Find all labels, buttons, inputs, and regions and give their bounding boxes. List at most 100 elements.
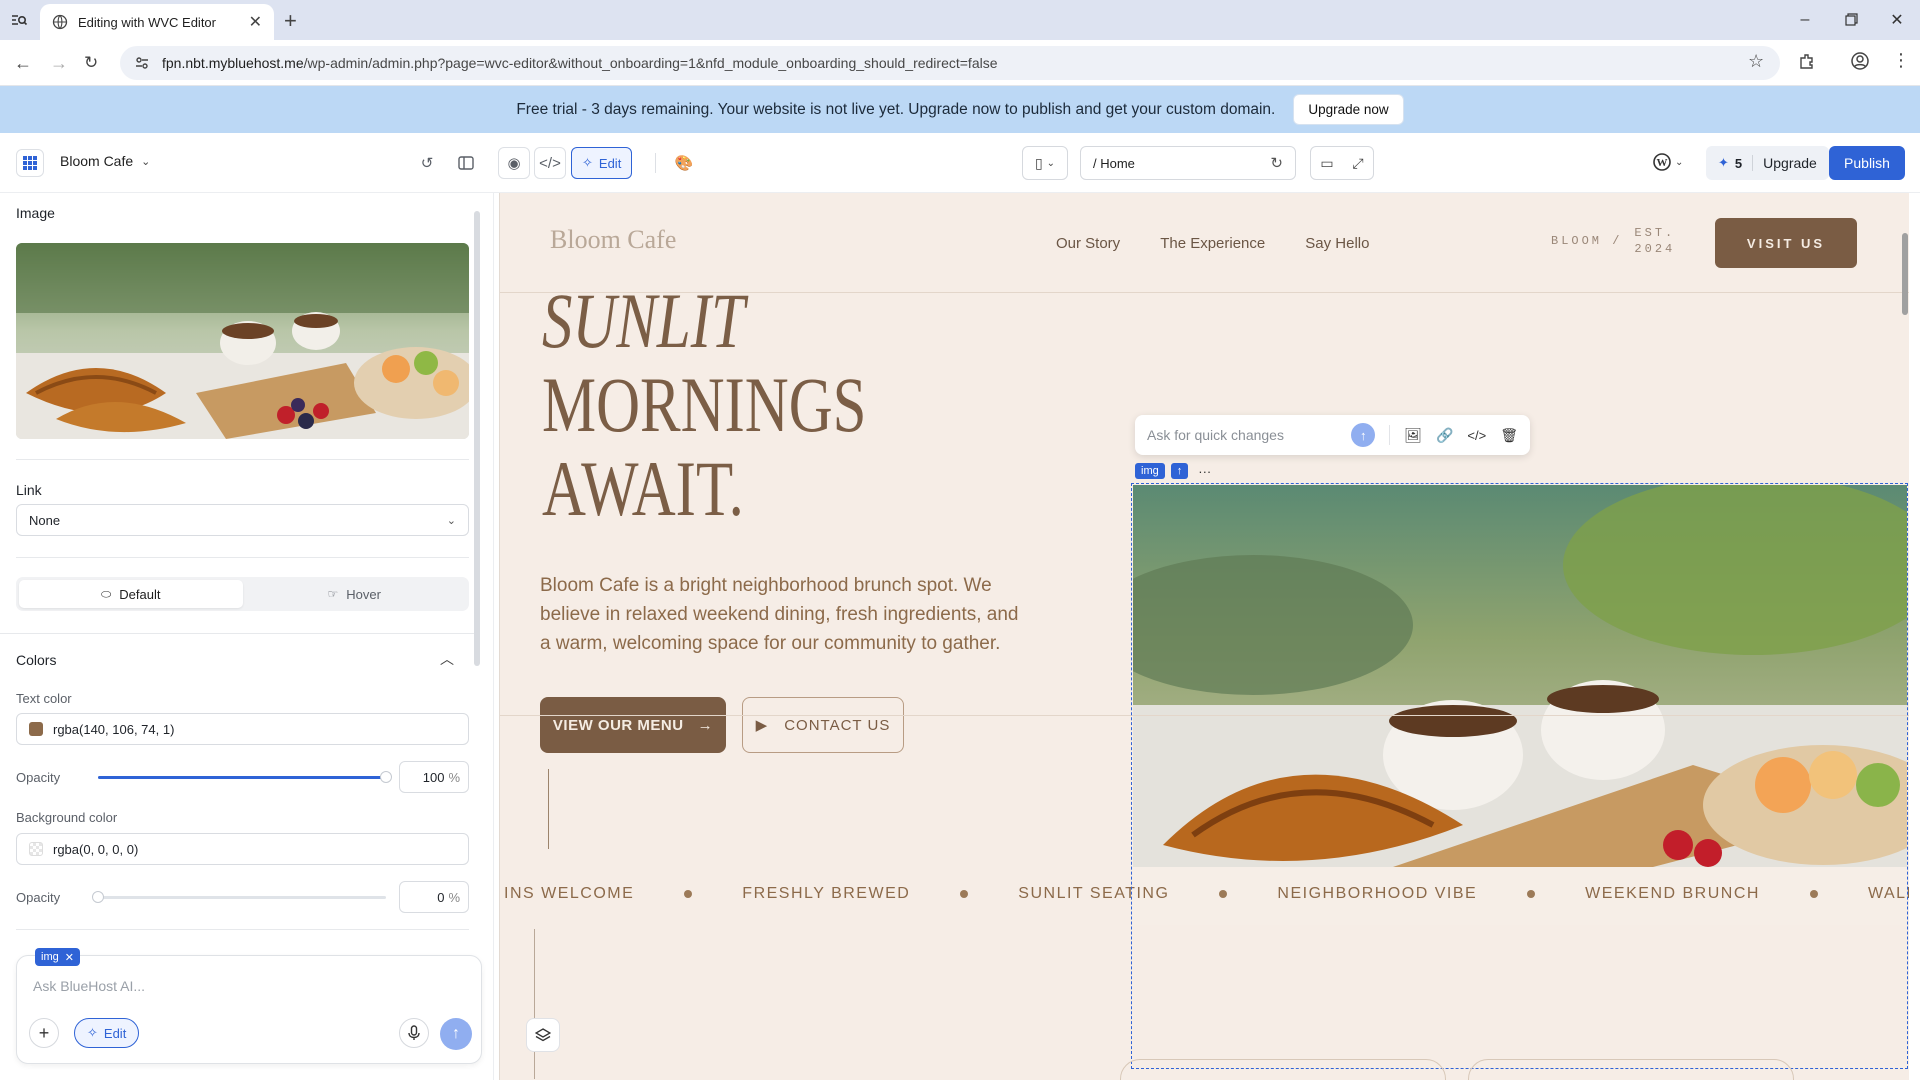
- add-attachment-icon[interactable]: +: [29, 1018, 59, 1048]
- nav-link-experience[interactable]: The Experience: [1160, 235, 1265, 252]
- ai-prompt-input[interactable]: Ask BlueHost AI...: [33, 978, 145, 994]
- trash-icon[interactable]: 🗑: [1500, 427, 1518, 444]
- select-parent-icon[interactable]: ↑: [1170, 463, 1189, 479]
- document-icon: ▯: [1034, 154, 1043, 171]
- play-icon: ▶: [755, 717, 769, 734]
- ai-edit-label: Edit: [103, 1025, 127, 1041]
- back-icon[interactable]: ←: [14, 53, 32, 74]
- upgrade-now-button[interactable]: Upgrade now: [1293, 94, 1404, 125]
- hero-description: Bloom Cafe is a bright neighborhood brun…: [540, 575, 1019, 654]
- selection-tag[interactable]: img: [1135, 463, 1165, 479]
- divider: [1752, 155, 1754, 171]
- site-switcher[interactable]: Bloom Cafe ⌄: [60, 153, 150, 169]
- context-chip[interactable]: img ✕: [35, 948, 80, 966]
- quick-change-input[interactable]: Ask for quick changes: [1147, 427, 1337, 443]
- nav-link-our-story[interactable]: Our Story: [1056, 235, 1120, 252]
- history-icon[interactable]: ↺: [411, 147, 443, 179]
- page-path-field[interactable]: / Home ↻: [1080, 146, 1296, 180]
- credits-upgrade[interactable]: ✦ 5 Upgrade: [1706, 146, 1829, 180]
- slider-handle[interactable]: [92, 891, 104, 903]
- layers-icon[interactable]: [526, 1018, 560, 1052]
- desktop-icon[interactable]: ▭: [1320, 155, 1333, 172]
- ticker-row: INS WELCOME FRESHLY BREWED SUNLIT SEATIN…: [504, 885, 1909, 903]
- apps-grid-icon[interactable]: [16, 149, 44, 177]
- extensions-icon[interactable]: [1798, 52, 1816, 70]
- bg-opacity-input[interactable]: 0 %: [399, 881, 469, 913]
- state-default-tab[interactable]: ⬭ Default: [19, 580, 243, 608]
- bg-opacity-slider[interactable]: [92, 891, 386, 903]
- page-type-dropdown[interactable]: ▯ ⌄: [1022, 146, 1068, 180]
- replace-image-icon[interactable]: 🖼: [1404, 427, 1422, 444]
- image-section-label: Image: [16, 205, 55, 221]
- hero-headline-line-3: AWAIT.: [542, 445, 744, 532]
- new-tab-icon[interactable]: +: [284, 8, 297, 34]
- canvas-scrollbar[interactable]: [1900, 193, 1909, 1080]
- browser-menu-icon[interactable]: ⋮: [1892, 50, 1910, 71]
- chevron-down-icon: ⌄: [1675, 156, 1684, 168]
- divider: [1389, 425, 1391, 445]
- inspector-sidebar: Image Link None ⌄ ⬭ Default ☞ Hover Colo…: [0, 193, 494, 1080]
- edit-mode-button[interactable]: ✧ Edit: [571, 147, 633, 179]
- percent-unit: %: [448, 769, 460, 785]
- panel-toggle-icon[interactable]: [450, 147, 482, 179]
- globe-icon: [52, 14, 68, 30]
- code-icon[interactable]: </>: [1467, 428, 1486, 443]
- ticker-top-border: [500, 715, 1909, 716]
- sidebar-scrollbar[interactable]: [474, 211, 480, 666]
- badge-right: EST. 2024: [1634, 225, 1675, 257]
- refresh-icon[interactable]: ↻: [1270, 154, 1283, 172]
- url-field[interactable]: fpn.nbt.mybluehost.me/wp-admin/admin.php…: [120, 46, 1780, 80]
- tab-title: Editing with WVC Editor: [78, 14, 216, 30]
- site-info-icon[interactable]: [134, 55, 150, 71]
- microphone-icon[interactable]: [399, 1018, 429, 1048]
- image-preview[interactable]: [16, 243, 469, 439]
- hero-image[interactable]: [1133, 485, 1907, 867]
- hero-headline-line-2: MORNINGS: [542, 361, 867, 448]
- text-color-field[interactable]: rgba(140, 106, 74, 1): [16, 713, 469, 745]
- quick-send-icon[interactable]: ↑: [1351, 423, 1376, 447]
- tab-search-icon[interactable]: [10, 11, 28, 29]
- edit-mode-label: Edit: [598, 155, 622, 171]
- preview-eye-icon[interactable]: ◉: [498, 147, 530, 179]
- ai-prompt-box: img ✕ Ask BlueHost AI... + ✧ Edit ↑: [16, 948, 482, 1064]
- state-hover-tab[interactable]: ☞ Hover: [243, 580, 467, 608]
- slider-fill: [98, 776, 386, 779]
- link-select[interactable]: None ⌄: [16, 504, 469, 536]
- more-options-icon[interactable]: ···: [1194, 464, 1215, 479]
- browser-tab[interactable]: Editing with WVC Editor ✕: [40, 4, 274, 40]
- cursor-sparkle-icon: ✧: [582, 155, 593, 170]
- nav-link-say-hello[interactable]: Say Hello: [1305, 235, 1369, 252]
- palette-icon[interactable]: 🎨: [668, 147, 700, 179]
- view-menu-button[interactable]: VIEW OUR MENU →: [540, 697, 726, 753]
- contact-us-button[interactable]: ▶ CONTACT US: [742, 697, 904, 753]
- restore-icon[interactable]: [1828, 13, 1874, 27]
- forward-icon[interactable]: →: [50, 53, 68, 74]
- text-opacity-slider[interactable]: [98, 771, 392, 783]
- ai-edit-mode-button[interactable]: ✧ Edit: [74, 1018, 140, 1048]
- upgrade-button[interactable]: Upgrade: [1763, 155, 1817, 171]
- text-opacity-value: 100: [422, 769, 445, 785]
- close-window-icon[interactable]: ✕: [1874, 10, 1920, 30]
- profile-icon[interactable]: [1850, 51, 1870, 71]
- link-icon[interactable]: 🔗: [1436, 427, 1453, 444]
- visit-us-button[interactable]: VISIT US: [1715, 218, 1857, 268]
- bg-color-field[interactable]: rgba(0, 0, 0, 0): [16, 833, 469, 865]
- bookmark-star-icon[interactable]: ☆: [1748, 51, 1764, 72]
- wordpress-menu[interactable]: W ⌄: [1653, 153, 1683, 171]
- minimize-icon[interactable]: –: [1782, 11, 1828, 29]
- ticker-item: NEIGHBORHOOD VIBE: [1277, 885, 1478, 902]
- code-icon[interactable]: </>: [534, 147, 566, 179]
- badge-left: BLOOM /: [1551, 234, 1623, 248]
- chip-close-icon[interactable]: ✕: [65, 951, 74, 964]
- publish-button[interactable]: Publish: [1829, 146, 1905, 180]
- tab-close-icon[interactable]: ✕: [249, 12, 262, 32]
- badge-year: 2024: [1634, 242, 1676, 256]
- divider: [16, 557, 469, 558]
- slider-handle[interactable]: [380, 771, 392, 783]
- text-opacity-input[interactable]: 100 %: [399, 761, 469, 793]
- site-logo[interactable]: Bloom Cafe: [550, 225, 676, 255]
- chevron-up-icon[interactable]: ︿: [440, 649, 454, 669]
- expand-icon[interactable]: ⤢: [1352, 155, 1363, 172]
- reload-icon[interactable]: ↻: [84, 53, 98, 73]
- send-arrow-icon[interactable]: ↑: [440, 1018, 472, 1050]
